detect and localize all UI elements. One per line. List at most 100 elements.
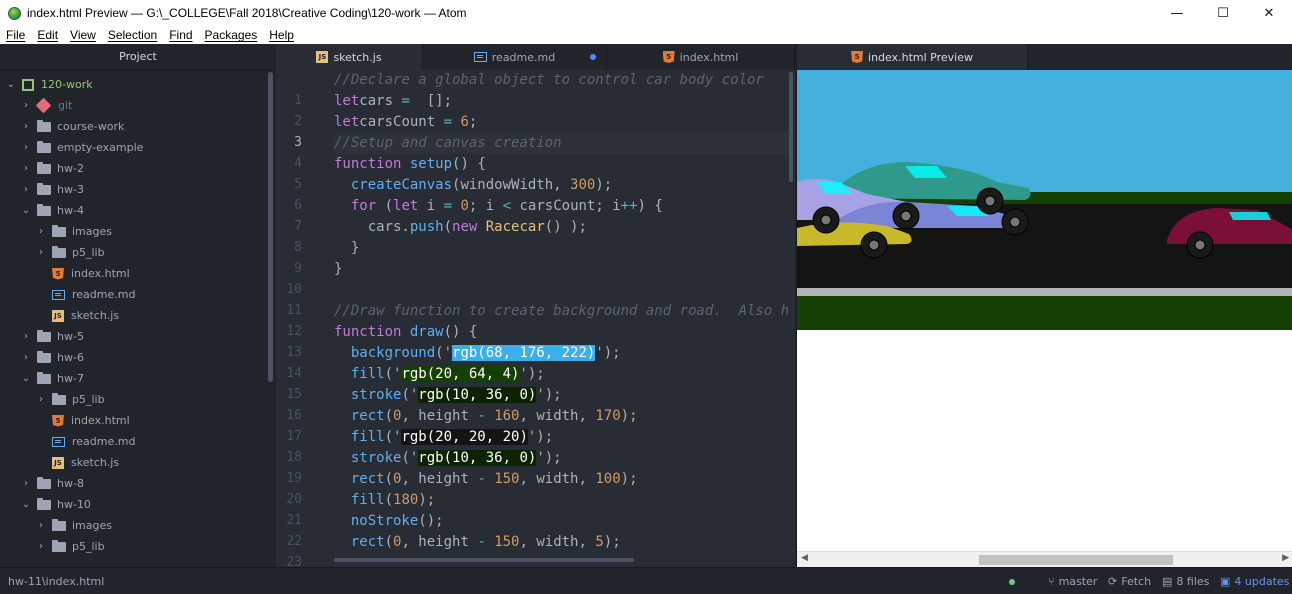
code-line[interactable]: } [334,259,789,280]
line-number[interactable]: 15 [276,387,302,402]
chevron-right-icon[interactable]: › [21,478,31,489]
fetch-button[interactable]: ⟳ Fetch [1108,568,1151,594]
tree-item-hw-2[interactable]: › hw-2 [21,158,84,179]
tree-item-images[interactable]: › images [36,515,112,536]
maximize-button[interactable]: ☐ [1200,0,1246,26]
chevron-right-icon[interactable]: › [36,394,46,405]
code-line[interactable]: letcars = []; [334,91,789,112]
code-line[interactable]: fill('rgb(20, 64, 4)'); [334,364,789,385]
line-number[interactable]: 22 [276,534,302,549]
line-number[interactable]: 21 [276,513,302,528]
scroll-thumb[interactable] [979,555,1173,565]
line-number[interactable]: 4 [276,156,302,171]
editor-horizontal-scrollbar[interactable] [334,558,634,562]
code-line[interactable]: letcarsCount = 6; [334,112,789,133]
tab-readme-md[interactable]: readme.md [423,44,607,70]
tree-item-git[interactable]: › git [21,95,72,116]
line-number-gutter[interactable]: 123456789101112131415161718192021222324 [276,70,312,567]
menu-edit[interactable]: Edit [31,26,64,44]
line-number[interactable]: 6 [276,198,302,213]
line-number[interactable]: 16 [276,408,302,423]
tree-item-hw-8[interactable]: › hw-8 [21,473,84,494]
chevron-right-icon[interactable]: › [21,100,31,111]
line-number[interactable]: 9 [276,261,302,276]
tree-scrollbar[interactable] [268,72,273,382]
tree-item-p5-lib[interactable]: › p5_lib [36,536,105,557]
editor-vertical-scrollbar[interactable] [789,72,793,182]
tab-index-html[interactable]: 5 index.html [607,44,795,70]
chevron-right-icon[interactable]: › [36,520,46,531]
line-number[interactable]: 8 [276,240,302,255]
code-line[interactable]: stroke('rgb(10, 36, 0)'); [334,385,789,406]
chevron-right-icon[interactable]: › [21,163,31,174]
chevron-right-icon[interactable]: › [21,142,31,153]
chevron-down-icon[interactable]: ⌄ [21,499,31,510]
tree-item-empty-example[interactable]: › empty-example [21,137,143,158]
scroll-left-icon[interactable]: ◀ [801,553,808,563]
chevron-down-icon[interactable]: ⌄ [21,205,31,216]
tree-item-index-html[interactable]: 5 index.html [36,410,130,431]
code-line[interactable]: fill(180); [334,490,789,511]
chevron-down-icon[interactable]: ⌄ [6,79,16,90]
tab-index-html-preview[interactable]: 5 index.html Preview [797,44,1028,70]
line-number[interactable]: 3 [276,135,302,150]
menu-selection[interactable]: Selection [102,26,163,44]
close-button[interactable]: ✕ [1246,0,1292,26]
line-number[interactable]: 2 [276,114,302,129]
code-line[interactable]: cars.push(new Racecar() ); [334,217,789,238]
tree-item-p5-lib[interactable]: › p5_lib [36,242,105,263]
sketch-canvas[interactable] [797,70,1292,330]
code-line[interactable]: background('rgb(68, 176, 222)'); [334,343,789,364]
code-line[interactable]: } [334,238,789,259]
menu-packages[interactable]: Packages [199,26,264,44]
menu-help[interactable]: Help [263,26,300,44]
code-line[interactable]: //Declare a global object to control car… [334,70,789,91]
tree-item-readme-md[interactable]: readme.md [36,284,135,305]
tab-sketch-js[interactable]: JS sketch.js [276,44,423,70]
code-line[interactable]: //Setup and canvas creation [334,133,789,154]
code-line[interactable] [334,280,789,301]
line-number[interactable]: 1 [276,93,302,108]
line-number[interactable]: 17 [276,429,302,444]
branch-button[interactable]: ⑂ master [1048,568,1097,594]
scroll-right-icon[interactable]: ▶ [1282,553,1289,563]
menu-find[interactable]: Find [163,26,198,44]
line-number[interactable]: 13 [276,345,302,360]
tree-item-120-work[interactable]: ⌄ 120-work [6,74,93,95]
updates-button[interactable]: ▣ 4 updates [1220,568,1289,594]
code-line[interactable]: function setup() { [334,154,789,175]
line-number[interactable]: 7 [276,219,302,234]
code-line[interactable]: function draw() { [334,322,789,343]
code-line[interactable]: stroke('rgb(10, 36, 0)'); [334,448,789,469]
chevron-right-icon[interactable]: › [21,352,31,363]
tree-item-hw-3[interactable]: › hw-3 [21,179,84,200]
code-line[interactable]: noStroke(); [334,511,789,532]
tree-item-p5-lib[interactable]: › p5_lib [36,389,105,410]
code-line[interactable]: fill('rgb(20, 20, 20)'); [334,427,789,448]
code-line[interactable]: //Draw function to create background and… [334,301,789,322]
tree-item-sketch-js[interactable]: JS sketch.js [36,452,119,473]
code-line[interactable]: rect(0, height - 160, width, 170); [334,406,789,427]
chevron-right-icon[interactable]: › [36,247,46,258]
line-number[interactable]: 10 [276,282,302,297]
tree-item-hw-7[interactable]: ⌄ hw-7 [21,368,84,389]
tree-item-index-html[interactable]: 5 index.html [36,263,130,284]
tree-item-readme-md[interactable]: readme.md [36,431,135,452]
tree-item-course-work[interactable]: › course-work [21,116,124,137]
line-number[interactable]: 23 [276,555,302,567]
line-number[interactable]: 19 [276,471,302,486]
menu-view[interactable]: View [64,26,102,44]
chevron-right-icon[interactable]: › [21,331,31,342]
chevron-down-icon[interactable]: ⌄ [21,373,31,384]
code-line[interactable]: createCanvas(windowWidth, 300); [334,175,789,196]
chevron-right-icon[interactable]: › [36,541,46,552]
code-editor[interactable]: //Declare a global object to control car… [334,70,789,567]
tree-item-sketch-js[interactable]: JS sketch.js [36,305,119,326]
line-number[interactable]: 11 [276,303,302,318]
tree-item-hw-4[interactable]: ⌄ hw-4 [21,200,84,221]
minimize-button[interactable]: — [1154,0,1200,26]
chevron-right-icon[interactable]: › [36,226,46,237]
line-number[interactable]: 14 [276,366,302,381]
chevron-right-icon[interactable]: › [21,184,31,195]
modified-indicator-icon[interactable] [590,54,596,60]
